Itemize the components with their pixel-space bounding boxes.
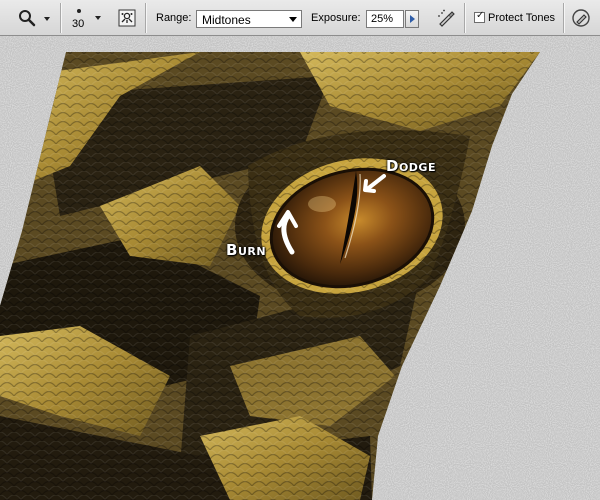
options-bar: 30 Range: Midtones Exposure: 25% ✓ Prote… — [0, 0, 600, 36]
separator — [563, 3, 564, 33]
exposure-input[interactable]: 25% — [366, 10, 404, 28]
brush-panel-icon — [118, 9, 136, 27]
dodge-annotation-rest: odge — [398, 161, 436, 174]
play-arrow-icon — [410, 15, 415, 23]
protect-tones-checkbox[interactable]: ✓ — [474, 10, 485, 23]
burn-annotation: Burn — [226, 240, 266, 259]
airbrush-icon — [438, 9, 455, 27]
range-label: Range: — [156, 12, 192, 24]
zoom-magnifier-icon — [19, 10, 36, 27]
brush-tip-icon[interactable] — [77, 9, 81, 13]
airbrush-button[interactable] — [436, 8, 456, 28]
dodge-annotation-cap: D — [386, 157, 399, 175]
brush-size-value[interactable]: 30 — [72, 18, 84, 30]
tablet-pressure-icon — [572, 9, 590, 27]
tool-preset-dropdown-arrow[interactable] — [44, 17, 50, 21]
separator — [464, 3, 465, 33]
tablet-pressure-button[interactable] — [571, 8, 591, 28]
protect-tones-label[interactable]: Protect Tones — [488, 12, 555, 24]
exposure-input-value: 25% — [371, 13, 394, 25]
document-canvas[interactable]: Dodge Burn — [0, 36, 600, 500]
chevron-down-icon — [289, 17, 297, 22]
brush-panel-button[interactable] — [118, 9, 136, 27]
range-select-value: Midtones — [202, 13, 251, 27]
range-select[interactable]: Midtones — [196, 10, 302, 28]
tool-preset-picker[interactable] — [18, 9, 36, 27]
checkmark-icon: ✓ — [476, 10, 485, 21]
dodge-annotation: Dodge — [386, 156, 436, 175]
separator — [145, 3, 146, 33]
burn-annotation-rest: urn — [237, 245, 267, 258]
separator — [60, 3, 61, 33]
exposure-slider-button[interactable] — [405, 10, 419, 28]
exposure-label: Exposure: — [311, 12, 361, 24]
burn-annotation-cap: B — [226, 241, 238, 259]
snake-eye-photo — [0, 36, 600, 500]
brush-picker-dropdown-arrow[interactable] — [95, 16, 101, 20]
